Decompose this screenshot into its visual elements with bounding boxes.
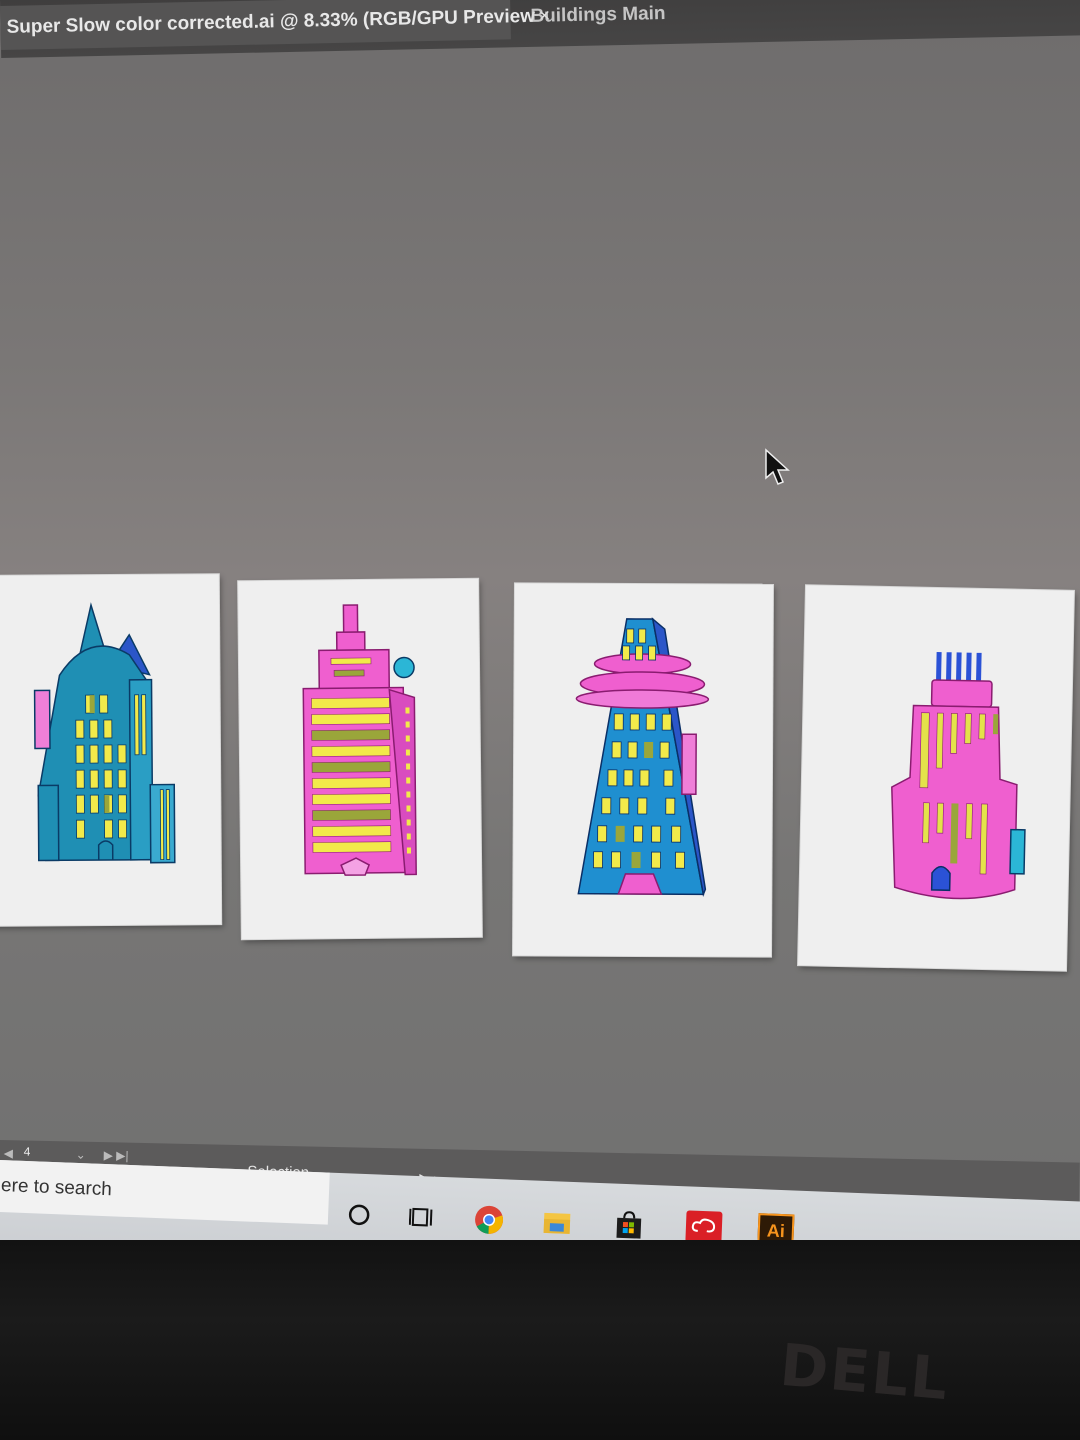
artboard-1[interactable] bbox=[0, 574, 222, 926]
next-artboard-icon[interactable]: ▶ ▶| bbox=[104, 1148, 129, 1163]
chrome-icon[interactable] bbox=[471, 1202, 506, 1237]
chevron-down-icon[interactable]: ⌄ bbox=[76, 1148, 86, 1162]
document-tab-title: Super Slow color corrected.ai @ 8.33% (R… bbox=[6, 5, 536, 38]
inactive-tab-title: Buildings Main bbox=[530, 3, 666, 27]
file-explorer-icon[interactable] bbox=[539, 1205, 574, 1240]
microsoft-store-icon[interactable] bbox=[611, 1208, 646, 1243]
building-3-illustration bbox=[575, 617, 710, 897]
previous-artboard-icon[interactable]: ◀ bbox=[4, 1146, 14, 1160]
creative-cloud-icon[interactable] bbox=[685, 1210, 723, 1244]
task-view-icon[interactable] bbox=[405, 1200, 440, 1235]
building-2-illustration bbox=[302, 604, 417, 876]
artboard-2[interactable] bbox=[238, 578, 482, 940]
illustrator-icon-label: Ai bbox=[766, 1219, 786, 1241]
cortana-circle-icon[interactable] bbox=[342, 1197, 377, 1232]
artboard-number[interactable]: 4 bbox=[24, 1145, 31, 1159]
building-1-illustration bbox=[33, 602, 176, 864]
artboard-4[interactable] bbox=[798, 585, 1074, 971]
building-4-illustration bbox=[891, 651, 1026, 900]
screen: Super Slow color corrected.ai @ 8.33% (R… bbox=[0, 0, 1080, 1440]
document-tab-active[interactable]: Super Slow color corrected.ai @ 8.33% (R… bbox=[0, 0, 550, 50]
document-tab-bar: Super Slow color corrected.ai @ 8.33% (R… bbox=[0, 0, 1080, 58]
document-tab-inactive[interactable]: Buildings Main bbox=[520, 0, 741, 39]
mouse-pointer-icon bbox=[765, 448, 790, 485]
artboard-3[interactable] bbox=[513, 583, 773, 957]
